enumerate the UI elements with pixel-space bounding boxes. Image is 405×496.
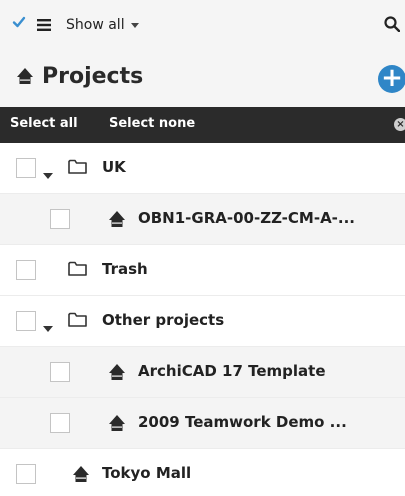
row-checkbox[interactable] bbox=[16, 158, 36, 178]
select-none-button[interactable]: Select none bbox=[109, 116, 195, 131]
row-checkbox[interactable] bbox=[16, 260, 36, 280]
house-icon bbox=[16, 67, 34, 89]
show-filter-dropdown[interactable]: Show all bbox=[66, 14, 139, 36]
checkmark-icon[interactable] bbox=[12, 14, 26, 33]
top-toolbar: Show all bbox=[0, 0, 405, 50]
folder-icon bbox=[68, 159, 87, 178]
close-circle-icon[interactable]: × bbox=[394, 118, 405, 131]
row-checkbox[interactable] bbox=[16, 311, 36, 331]
row-checkbox[interactable] bbox=[50, 362, 70, 382]
caret-down-icon[interactable] bbox=[43, 318, 53, 337]
tree-row-trash[interactable]: Trash bbox=[0, 245, 405, 296]
row-checkbox[interactable] bbox=[16, 464, 36, 484]
tree-item-label: ArchiCAD 17 Template bbox=[138, 362, 326, 380]
selection-bar: Select all Select none × bbox=[0, 107, 405, 143]
projects-header: Projects + bbox=[0, 50, 405, 107]
tree-row-uk[interactable]: UK bbox=[0, 143, 405, 194]
tree-row-teamwork-demo[interactable]: 2009 Teamwork Demo ... bbox=[0, 398, 405, 449]
tree-row-archicad-template[interactable]: ArchiCAD 17 Template bbox=[0, 347, 405, 398]
row-checkbox[interactable] bbox=[50, 413, 70, 433]
tree-item-label: Other projects bbox=[102, 311, 225, 329]
search-icon[interactable] bbox=[384, 16, 401, 36]
add-project-button[interactable]: + bbox=[378, 65, 405, 93]
show-filter-label: Show all bbox=[66, 17, 125, 33]
row-checkbox[interactable] bbox=[50, 209, 70, 229]
caret-down-icon[interactable] bbox=[43, 165, 53, 184]
project-house-icon bbox=[72, 465, 90, 487]
folder-icon bbox=[68, 312, 87, 331]
project-house-icon bbox=[108, 414, 126, 436]
tree-item-label: Tokyo Mall bbox=[102, 464, 192, 482]
folder-icon bbox=[68, 261, 87, 280]
tree-item-label: UK bbox=[102, 158, 126, 176]
select-all-button[interactable]: Select all bbox=[10, 116, 78, 131]
tree-item-label: OBN1-GRA-00-ZZ-CM-A-... bbox=[138, 209, 356, 227]
page-title: Projects bbox=[42, 64, 144, 89]
tree-row-obn1[interactable]: OBN1-GRA-00-ZZ-CM-A-... bbox=[0, 194, 405, 245]
project-house-icon bbox=[108, 210, 126, 232]
project-house-icon bbox=[108, 363, 126, 385]
tree-item-label: 2009 Teamwork Demo ... bbox=[138, 413, 347, 431]
tree-item-label: Trash bbox=[102, 260, 148, 278]
list-menu-icon[interactable] bbox=[37, 16, 51, 35]
chevron-down-icon bbox=[130, 17, 139, 33]
tree-row-other-projects[interactable]: Other projects bbox=[0, 296, 405, 347]
tree-row-tokyo-mall[interactable]: Tokyo Mall bbox=[0, 449, 405, 496]
